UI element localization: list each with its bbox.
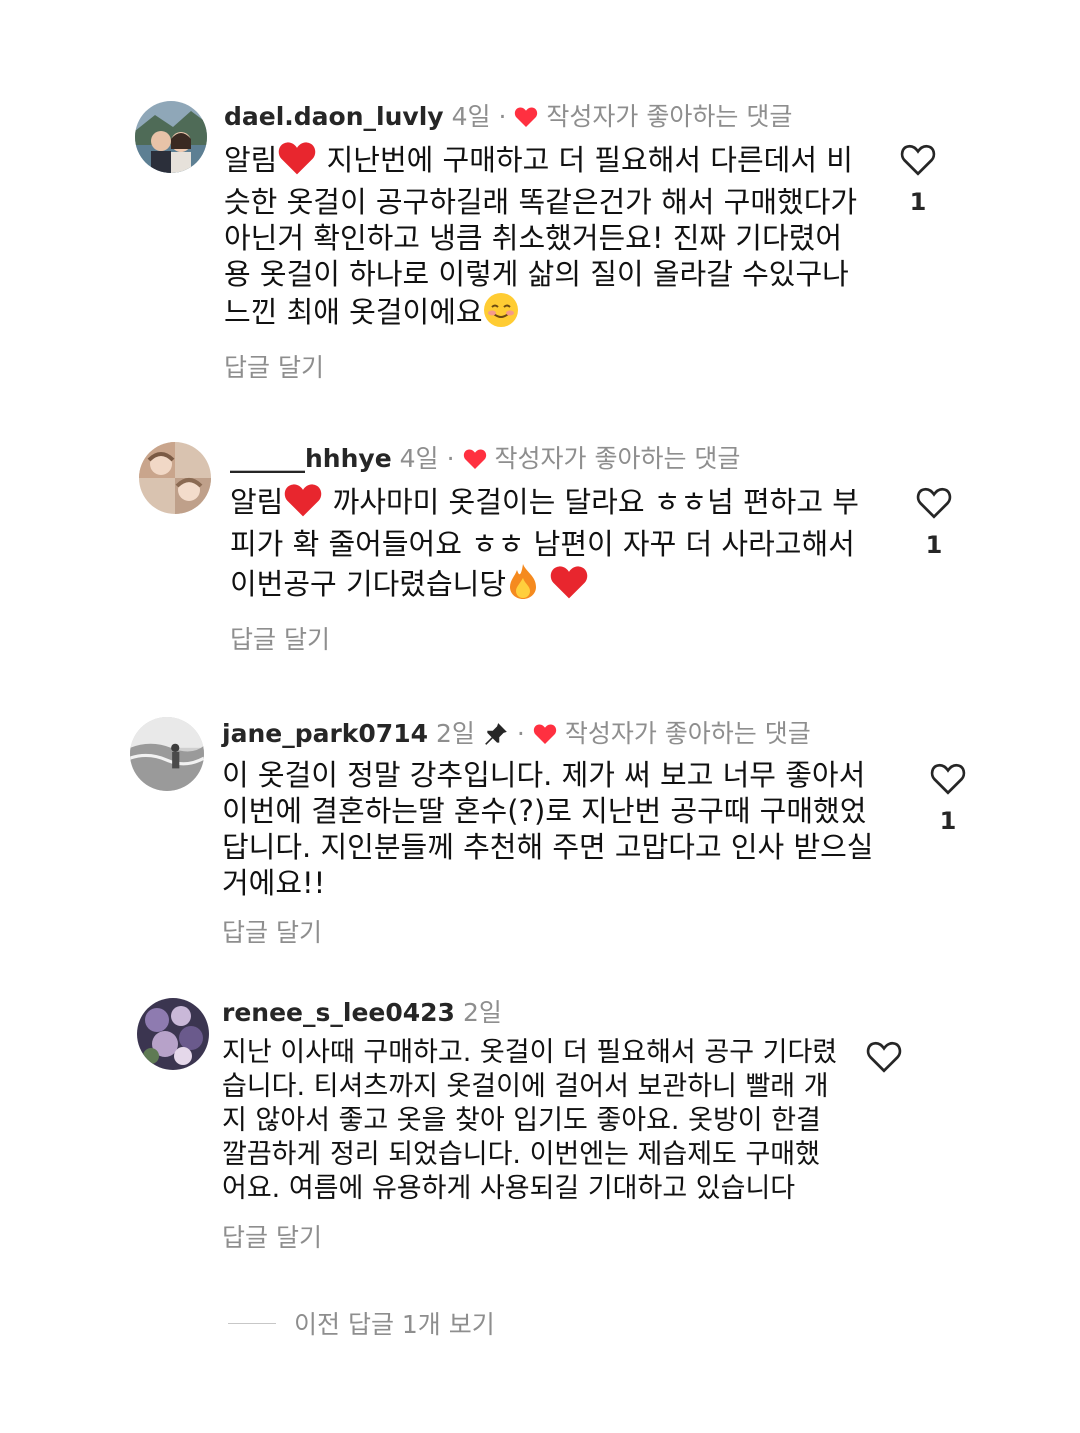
author-liked-badge: 작성자가 좋아하는 댓글 — [514, 100, 792, 134]
separator-dot: · — [498, 102, 507, 131]
heart-outline-icon[interactable] — [866, 1040, 902, 1073]
like-count: 1 — [909, 188, 927, 216]
comment-meta: ______hhhye 4일 · 작성자가 좋아하는 댓글 — [230, 442, 880, 476]
avatar[interactable] — [130, 717, 204, 791]
red-heart-icon — [515, 107, 538, 127]
username[interactable]: jane_park0714 — [222, 717, 428, 751]
comment-text: 알림 까사마미 옷걸이는 달라요 ㅎㅎ넘 편하고 부피가 확 줄어들어요 ㅎㅎ … — [230, 482, 880, 608]
comment-text: 지난 이사때 구매하고. 옷걸이 더 필요해서 공구 기다렸습니다. 티셔츠까지… — [222, 1037, 838, 1204]
like-column: 1 — [888, 143, 948, 216]
author-liked-label: 작성자가 좋아하는 댓글 — [546, 102, 793, 131]
divider-line — [228, 1322, 276, 1324]
reply-button[interactable]: 답글 달기 — [222, 1218, 842, 1254]
like-count: 1 — [939, 807, 957, 835]
red-heart-emoji — [549, 564, 589, 608]
smiling-face-emoji — [483, 292, 519, 336]
comment-prefix: 알림 — [224, 143, 278, 177]
separator-dot: · — [516, 719, 525, 748]
red-heart-emoji — [277, 140, 317, 184]
reply-button[interactable]: 답글 달기 — [230, 620, 880, 656]
reply-button[interactable]: 답글 달기 — [224, 348, 864, 384]
comment-time: 4일 — [399, 444, 439, 473]
comment-body: 까사마미 옷걸이는 달라요 ㅎㅎ넘 편하고 부피가 확 줄어들어요 ㅎㅎ 남편이… — [230, 485, 859, 601]
separator-dot: · — [446, 444, 455, 473]
like-column: 1 — [918, 762, 978, 835]
red-heart-emoji — [283, 482, 323, 526]
like-count: 1 — [925, 531, 943, 559]
fire-emoji — [506, 562, 540, 608]
comment-time: 2일 — [462, 998, 502, 1027]
red-heart-icon — [463, 449, 486, 469]
avatar[interactable] — [139, 442, 211, 514]
view-previous-replies-button[interactable]: 이전 답글 1개 보기 — [228, 1305, 495, 1341]
comment-meta: dael.daon_luvly 4일 · 작성자가 좋아하는 댓글 — [224, 100, 864, 134]
author-liked-label: 작성자가 좋아하는 댓글 — [564, 719, 811, 748]
author-liked-badge: 작성자가 좋아하는 댓글 — [463, 442, 741, 476]
heart-outline-icon[interactable] — [916, 486, 952, 519]
comment-time: 4일 — [451, 102, 491, 131]
red-heart-icon — [533, 724, 557, 744]
comment-text: 알림 지난번에 구매하고 더 필요해서 다른데서 비슷한 옷걸이 공구하길래 똑… — [224, 140, 864, 336]
comment-prefix: 알림 — [230, 485, 284, 519]
comment-meta: renee_s_lee0423 2일 — [222, 996, 842, 1030]
heart-outline-icon[interactable] — [900, 143, 936, 176]
author-liked-label: 작성자가 좋아하는 댓글 — [494, 444, 741, 473]
pin-icon — [483, 721, 509, 747]
comment-body: 지난번에 구매하고 더 필요해서 다른데서 비슷한 옷걸이 공구하길래 똑같은건… — [224, 143, 858, 329]
username[interactable]: ______hhhye — [230, 442, 392, 476]
like-column — [854, 1040, 914, 1073]
comment-meta: jane_park0714 2일 · 작성자가 좋아하는 댓글 — [222, 717, 892, 751]
author-liked-badge: 작성자가 좋아하는 댓글 — [533, 717, 811, 751]
view-previous-replies-label: 이전 답글 1개 보기 — [294, 1310, 495, 1339]
reply-button[interactable]: 답글 달기 — [222, 913, 892, 949]
like-column: 1 — [904, 486, 964, 559]
heart-outline-icon[interactable] — [930, 762, 966, 795]
username[interactable]: dael.daon_luvly — [224, 100, 444, 134]
avatar[interactable] — [135, 101, 207, 173]
username[interactable]: renee_s_lee0423 — [222, 996, 455, 1030]
comment-time: 2일 — [436, 719, 475, 748]
avatar[interactable] — [137, 998, 209, 1070]
comment-text: 이 옷걸이 정말 강추입니다. 제가 써 보고 너무 좋아서 이번에 결혼하는딸… — [222, 758, 874, 900]
